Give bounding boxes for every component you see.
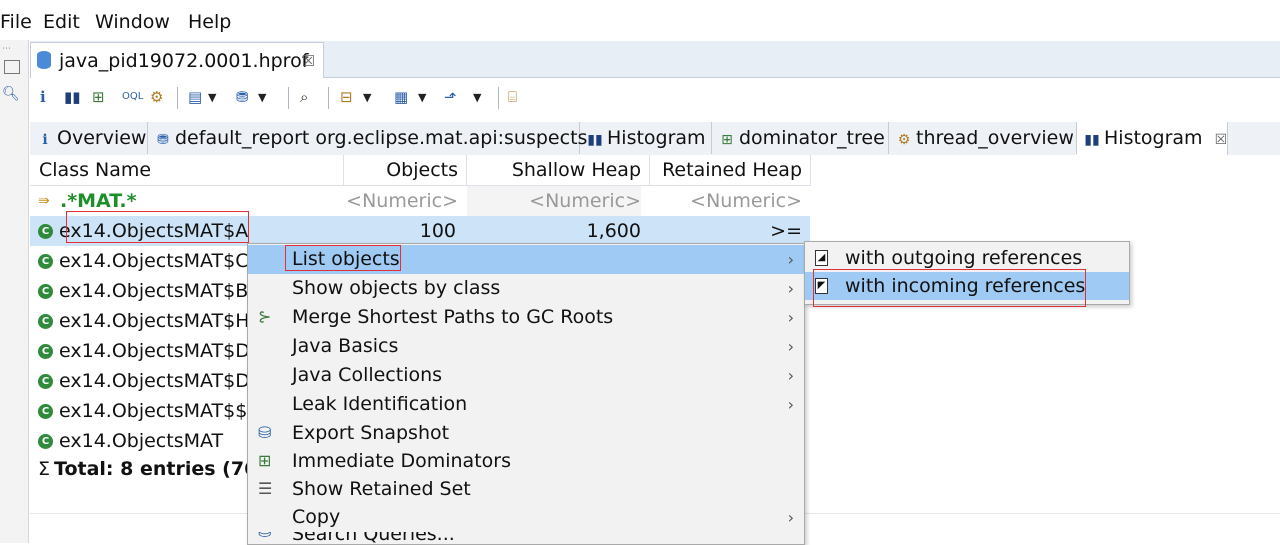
inspector-icon[interactable]: 🔍︎ bbox=[2, 86, 20, 102]
chevron-down-icon[interactable]: ▼ bbox=[473, 91, 481, 104]
menu-item-with-outgoing-references[interactable]: ◢ with outgoing references bbox=[805, 244, 1129, 272]
context-menu: List objects › Show objects by class › ⊱ Me… bbox=[247, 243, 805, 545]
oql-icon[interactable]: OQL bbox=[122, 91, 143, 102]
editor-tab-title: java_pid19072.0001.hprof bbox=[59, 50, 309, 72]
queries-icon[interactable]: ⛃ bbox=[236, 88, 249, 106]
menu-item-copy[interactable]: Copy › bbox=[248, 503, 804, 532]
submenu-arrow-icon: › bbox=[787, 395, 794, 414]
histogram-icon: ▮▮ bbox=[587, 132, 603, 148]
class-icon: C bbox=[38, 224, 53, 239]
class-icon: C bbox=[38, 404, 53, 419]
group-icon[interactable]: ⊟ bbox=[340, 88, 353, 106]
search-queries-icon: ⛁ bbox=[258, 532, 271, 540]
tab-histogram[interactable]: ▮▮ Histogram bbox=[580, 122, 712, 154]
column-header-shallow-heap[interactable]: Shallow Heap bbox=[467, 155, 650, 186]
chevron-down-icon[interactable]: ▼ bbox=[258, 91, 266, 104]
search-icon[interactable]: ⌕ bbox=[300, 88, 308, 106]
annotation-box-incoming-references bbox=[813, 269, 1086, 307]
annotation-box-class bbox=[66, 211, 249, 243]
tab-thread-overview[interactable]: ⚙ thread_overview bbox=[889, 122, 1077, 154]
column-header-retained-heap[interactable]: Retained Heap bbox=[650, 155, 811, 186]
class-icon: C bbox=[38, 284, 53, 299]
toolbar: i ▮▮ ⊞ OQL ⚙ ▤ ▼ ⛃ ▼ ⌕ ⊟ ▼ ▦ ▼ ⬏ ▼ ⌸ bbox=[30, 78, 1280, 118]
submenu-arrow-icon: › bbox=[787, 250, 794, 269]
menu-bar: File Edit Window Help bbox=[0, 0, 1280, 40]
menu-item-search-queries[interactable]: ⛁Search Queries... bbox=[248, 532, 804, 543]
close-tab-icon[interactable]: ☒ bbox=[1215, 132, 1228, 148]
submenu-arrow-icon: › bbox=[787, 337, 794, 356]
reports-icon[interactable]: ▤ bbox=[188, 88, 202, 106]
menu-item-java-collections[interactable]: Java Collections › bbox=[248, 361, 804, 390]
pin-icon[interactable]: ⌸ bbox=[508, 88, 517, 106]
retained-set-icon: ☰ bbox=[258, 479, 273, 498]
submenu-arrow-icon: › bbox=[787, 366, 794, 385]
class-icon: C bbox=[38, 434, 53, 449]
sum-icon: Σ bbox=[38, 458, 51, 480]
submenu-arrow-icon: › bbox=[787, 508, 794, 527]
menu-item-show-objects-by-class[interactable]: Show objects by class › bbox=[248, 274, 804, 303]
menu-item-leak-identification[interactable]: Leak Identification › bbox=[248, 390, 804, 419]
histogram-icon: ▮▮ bbox=[1084, 132, 1100, 148]
filter-retained-heap[interactable]: <Numeric> bbox=[650, 186, 802, 216]
calculator-icon[interactable]: ▦ bbox=[394, 88, 408, 106]
drag-handle-icon: ⋯ bbox=[2, 44, 11, 54]
tab-overview[interactable]: i Overview bbox=[30, 122, 148, 154]
view-tabs: i Overview ⛃ default_report org.eclipse.ma… bbox=[30, 122, 1280, 156]
menu-file[interactable]: File bbox=[0, 11, 32, 33]
restore-icon[interactable] bbox=[4, 60, 20, 74]
tab-dominator-tree[interactable]: ⊞ dominator_tree bbox=[712, 122, 889, 154]
menu-item-show-retained-set[interactable]: ☰ Show Retained Set bbox=[248, 475, 804, 504]
export-icon[interactable]: ⬏ bbox=[444, 88, 457, 106]
filter-shallow-heap[interactable]: <Numeric> bbox=[467, 186, 641, 216]
chevron-down-icon[interactable]: ▼ bbox=[363, 91, 371, 104]
class-icon: C bbox=[38, 344, 53, 359]
regex-filter-icon: ⇛ bbox=[38, 193, 50, 209]
dominator-tree-icon: ⊞ bbox=[721, 132, 733, 148]
chevron-down-icon[interactable]: ▼ bbox=[418, 91, 426, 104]
column-header-class-name[interactable]: Class Name bbox=[30, 155, 344, 186]
menu-item-export-snapshot[interactable]: ⛁ Export Snapshot bbox=[248, 419, 804, 448]
class-icon: C bbox=[38, 314, 53, 329]
export-snapshot-icon: ⛁ bbox=[258, 423, 272, 442]
gear-icon: ⚙ bbox=[897, 132, 911, 148]
menu-item-immediate-dominators[interactable]: ⊞ Immediate Dominators bbox=[248, 447, 804, 476]
menu-help[interactable]: Help bbox=[188, 11, 231, 33]
menu-window[interactable]: Window bbox=[95, 11, 170, 33]
submenu-arrow-icon: › bbox=[787, 279, 794, 298]
class-icon: C bbox=[38, 254, 53, 269]
menu-item-merge-shortest-paths[interactable]: ⊱ Merge Shortest Paths to GC Roots › bbox=[248, 303, 804, 332]
histogram-icon[interactable]: ▮▮ bbox=[64, 88, 81, 106]
column-header-objects[interactable]: Objects bbox=[344, 155, 467, 186]
annotation-box-list-objects bbox=[285, 245, 401, 271]
editor-tab-hprof[interactable]: java_pid19072.0001.hprof ☒ bbox=[30, 42, 324, 79]
submenu-arrow-icon: › bbox=[787, 308, 794, 327]
heap-dump-icon bbox=[37, 51, 51, 69]
info-icon: i bbox=[42, 132, 48, 148]
tab-histogram-active[interactable]: ▮▮ Histogram ☒ bbox=[1077, 122, 1228, 155]
menu-item-java-basics[interactable]: Java Basics › bbox=[248, 332, 804, 361]
gear-icon[interactable]: ⚙ bbox=[150, 88, 163, 106]
close-tab-icon[interactable]: ☒ bbox=[302, 52, 315, 70]
dominator-tree-icon[interactable]: ⊞ bbox=[92, 88, 105, 106]
filter-objects[interactable]: <Numeric> bbox=[344, 186, 458, 216]
merge-paths-icon: ⊱ bbox=[258, 307, 272, 326]
outgoing-references-icon: ◢ bbox=[815, 250, 828, 266]
tab-default-report[interactable]: ⛃ default_report org.eclipse.mat.api:susp… bbox=[148, 122, 587, 154]
chevron-down-icon[interactable]: ▼ bbox=[208, 91, 216, 104]
menu-edit[interactable]: Edit bbox=[43, 11, 80, 33]
dominators-icon: ⊞ bbox=[258, 451, 272, 470]
class-icon: C bbox=[38, 374, 53, 389]
left-toolbar-strip: ⋯ 🔍︎ bbox=[0, 40, 29, 543]
info-icon[interactable]: i bbox=[40, 88, 46, 106]
report-icon: ⛃ bbox=[157, 132, 169, 148]
